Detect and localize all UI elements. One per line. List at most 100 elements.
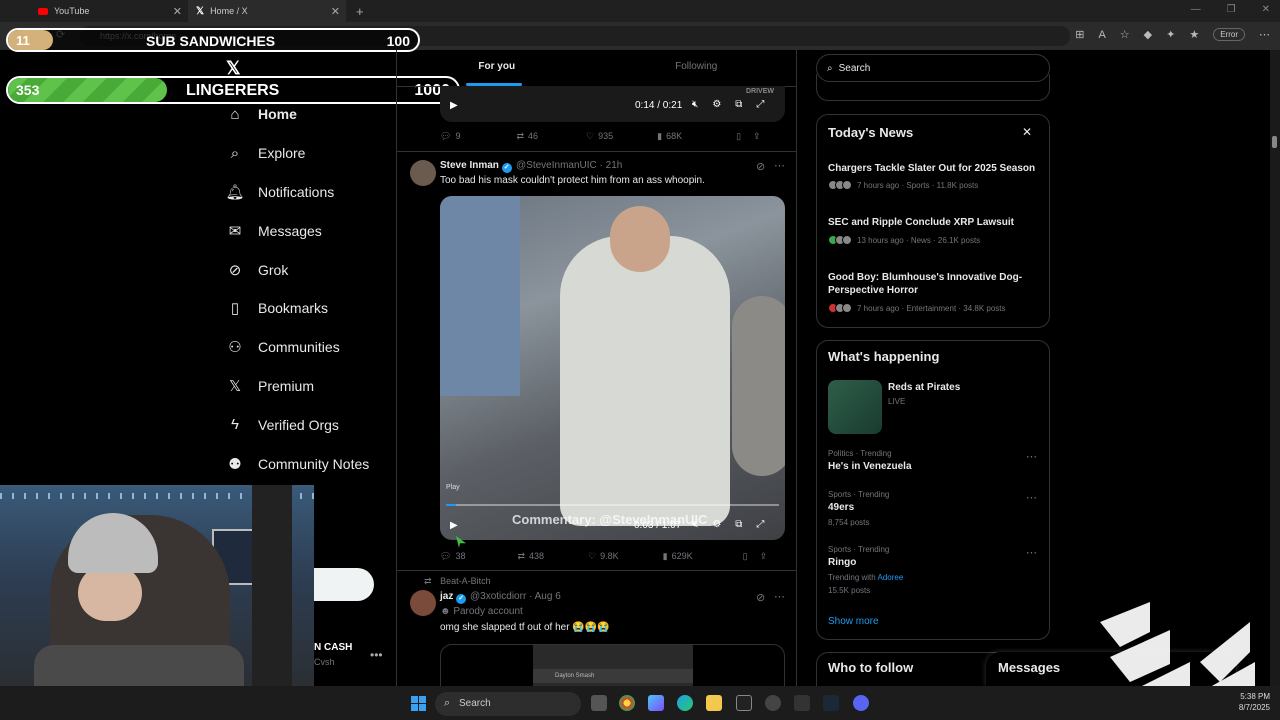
- avatar[interactable]: [410, 590, 436, 616]
- menu-icon[interactable]: ⋯: [1259, 28, 1270, 41]
- nav-item-explore[interactable]: ⌕ Explore: [226, 134, 396, 173]
- repost-button[interactable]: ⇄ 438: [517, 551, 544, 562]
- more-icon[interactable]: ⋯: [774, 159, 785, 172]
- more-icon[interactable]: ⋯: [774, 590, 785, 603]
- system-clock[interactable]: 5:38 PM 8/7/2025: [1239, 691, 1270, 713]
- repost-indicator[interactable]: ⇄ Beat-A-Bitch: [424, 576, 491, 587]
- video-player[interactable]: Play Commentary: @SteveInmanUIC: [440, 196, 785, 540]
- tab-youtube[interactable]: YouTube ✕: [30, 0, 188, 22]
- minimize-icon[interactable]: —: [1191, 4, 1201, 15]
- tweet-time[interactable]: · 21h: [600, 160, 623, 171]
- tweet-author[interactable]: Steve Inman ✓: [440, 160, 512, 173]
- tab-x-home[interactable]: 𝕏 Home / X ✕: [188, 0, 346, 22]
- mask-icon: ☻: [440, 606, 451, 617]
- author-handle[interactable]: @SteveInmanUIC: [516, 160, 597, 171]
- news-headline[interactable]: Chargers Tackle Slater Out for 2025 Seas…: [828, 162, 1043, 175]
- grok-icon[interactable]: ⊘: [756, 160, 765, 173]
- more-icon[interactable]: ⋯: [1026, 546, 1037, 559]
- play-icon[interactable]: ▶: [450, 520, 458, 531]
- close-window-icon[interactable]: ✕: [1262, 4, 1270, 15]
- reply-button[interactable]: 💬︎ 9: [440, 131, 460, 142]
- new-tab-icon[interactable]: +: [356, 4, 364, 19]
- nav-item-premium[interactable]: 𝕏 Premium: [226, 367, 396, 406]
- nav-item-messages[interactable]: ✉ Messages: [226, 211, 396, 250]
- steam-icon[interactable]: [823, 695, 839, 711]
- live-event-thumbnail[interactable]: [828, 380, 882, 434]
- video-progress-bar[interactable]: [446, 504, 779, 506]
- trend-category: Sports · Trending: [828, 490, 890, 499]
- close-tab-icon[interactable]: ✕: [173, 5, 182, 18]
- nav-item-grok[interactable]: ⊘ Grok: [226, 250, 396, 289]
- reply-button[interactable]: 💬︎ 38: [440, 551, 465, 562]
- close-icon[interactable]: ✕: [1022, 125, 1032, 139]
- favorites-bar-icon[interactable]: ★: [1189, 28, 1199, 41]
- capcut-icon[interactable]: [794, 695, 810, 711]
- tweet-time[interactable]: · Aug 6: [529, 591, 561, 602]
- fullscreen-icon[interactable]: ⤢: [756, 99, 764, 110]
- bookmark-icon[interactable]: ▯: [743, 551, 748, 562]
- edge-icon[interactable]: [677, 695, 693, 711]
- discord-icon[interactable]: [853, 695, 869, 711]
- grok-icon[interactable]: ⊘: [756, 591, 765, 604]
- taskbar-search[interactable]: Search: [435, 692, 581, 716]
- chrome-icon[interactable]: [619, 695, 635, 711]
- fullscreen-icon[interactable]: ⤢: [756, 519, 764, 530]
- app-icon[interactable]: [765, 695, 781, 711]
- embedded-media[interactable]: Dayton Smash: [440, 644, 785, 688]
- mute-icon[interactable]: 🔇︎: [692, 519, 698, 530]
- more-icon[interactable]: •••: [370, 648, 383, 662]
- windows-start-icon[interactable]: [411, 696, 426, 711]
- nav-item-verified-orgs[interactable]: ϟ Verified Orgs: [226, 405, 396, 444]
- tab-for-you[interactable]: For you: [397, 50, 597, 86]
- live-event-name[interactable]: Reds at Pirates: [888, 382, 960, 393]
- play-icon[interactable]: ▶: [450, 100, 458, 111]
- obs-icon[interactable]: [736, 695, 752, 711]
- extension-icon[interactable]: ◆: [1144, 28, 1152, 41]
- share-icon[interactable]: ⇪: [753, 131, 761, 142]
- more-icon[interactable]: ⋯: [1026, 491, 1037, 504]
- nav-item-notifications[interactable]: 🔔︎ Notifications: [225, 173, 396, 212]
- nav-item-bookmarks[interactable]: ▯ Bookmarks: [226, 289, 396, 328]
- account-name[interactable]: N CASH: [314, 642, 352, 653]
- file-explorer-icon[interactable]: [706, 695, 722, 711]
- avatar[interactable]: [410, 160, 436, 186]
- repost-button[interactable]: ⇄ 46: [516, 131, 538, 142]
- show-more-link[interactable]: Show more: [828, 616, 879, 627]
- copilot-icon[interactable]: [648, 695, 664, 711]
- tab-following[interactable]: Following: [597, 50, 797, 86]
- mute-icon[interactable]: 🔇︎: [692, 99, 698, 110]
- profile-error-button[interactable]: Error: [1213, 28, 1245, 41]
- close-tab-icon[interactable]: ✕: [331, 5, 340, 18]
- nav-item-home[interactable]: ⌂ Home: [226, 95, 396, 134]
- like-button[interactable]: ♡ 9.8K: [588, 551, 619, 562]
- trend-context-link[interactable]: Adoree: [878, 573, 904, 582]
- apps-icon[interactable]: ⊞: [1075, 28, 1084, 41]
- views-button[interactable]: ▮ 68K: [657, 131, 682, 142]
- pip-icon[interactable]: ⧉: [735, 519, 742, 530]
- maximize-icon[interactable]: ❐: [1227, 4, 1236, 15]
- author-handle[interactable]: @3xoticdiorr: [470, 591, 526, 602]
- nav-item-communities[interactable]: ⚇ Communities: [226, 328, 396, 367]
- page-scrollbar[interactable]: [1270, 50, 1280, 686]
- more-icon[interactable]: ⋯: [1026, 450, 1037, 463]
- share-icon[interactable]: ⇪: [760, 551, 768, 562]
- settings-icon[interactable]: ⚙: [712, 519, 721, 530]
- news-headline[interactable]: Good Boy: Blumhouse's Innovative Dog-Per…: [828, 271, 1043, 297]
- bookmark-icon[interactable]: ▯: [736, 131, 741, 142]
- nav-item-community-notes[interactable]: ⚉ Community Notes: [226, 444, 396, 483]
- puzzle-icon[interactable]: ✦: [1166, 28, 1175, 41]
- task-view-icon[interactable]: [591, 695, 607, 711]
- settings-icon[interactable]: ⚙: [712, 99, 721, 110]
- trend-name[interactable]: 49ers: [828, 502, 854, 513]
- like-button[interactable]: ♡ 935: [586, 131, 613, 142]
- tweet-author[interactable]: jaz ✓: [440, 591, 467, 604]
- favorite-icon[interactable]: ☆: [1120, 28, 1130, 41]
- trend-name[interactable]: Ringo: [828, 557, 856, 568]
- scroll-thumb[interactable]: [1272, 136, 1277, 148]
- views-button[interactable]: ▮ 629K: [663, 551, 693, 562]
- trend-name[interactable]: He's in Venezuela: [828, 461, 912, 472]
- post-button[interactable]: [314, 568, 374, 601]
- read-aloud-icon[interactable]: A: [1098, 29, 1105, 41]
- pip-icon[interactable]: ⧉: [735, 99, 742, 110]
- news-headline[interactable]: SEC and Ripple Conclude XRP Lawsuit: [828, 216, 1043, 229]
